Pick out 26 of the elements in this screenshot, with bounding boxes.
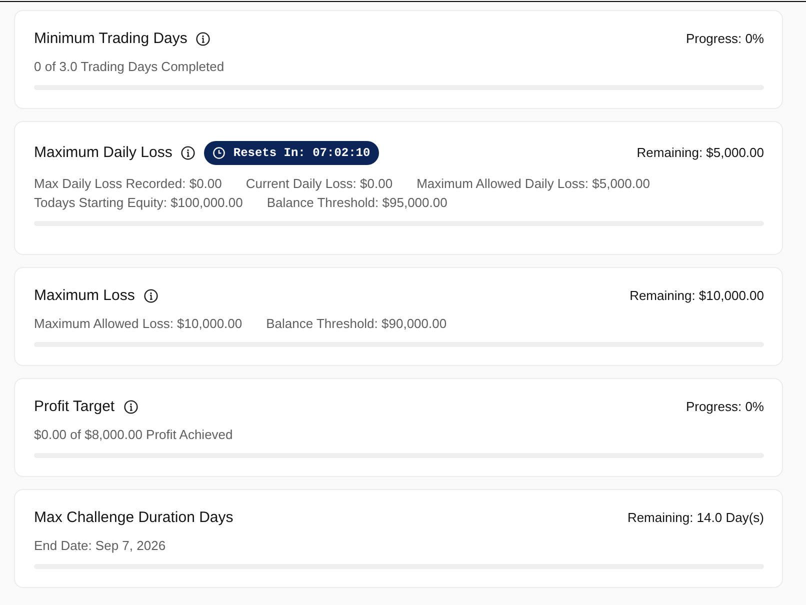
info-icon[interactable] <box>124 400 138 414</box>
detail-text: Maximum Allowed Daily Loss: $5,000.00 <box>416 175 650 193</box>
card-title: Maximum Loss <box>34 287 135 305</box>
card-title: Max Challenge Duration Days <box>34 509 234 527</box>
status-text: Remaining: 14.0 Day(s) <box>627 509 764 527</box>
detail-text: Balance Threshold: $95,000.00 <box>266 194 448 212</box>
info-icon[interactable] <box>144 289 158 303</box>
detail-text: Todays Starting Equity: $100,000.00 <box>34 194 243 212</box>
reset-timer-text: Resets In: 07:02:10 <box>233 145 370 162</box>
detail-text: Maximum Allowed Loss: $10,000.00 <box>34 315 242 333</box>
status-text: Remaining: $10,000.00 <box>630 287 764 305</box>
card-title: Profit Target <box>34 398 115 416</box>
clock-icon <box>213 147 226 159</box>
status-text: Progress: 0% <box>686 30 764 48</box>
detail-text: End Date: Sep 7, 2026 <box>34 537 166 555</box>
detail-text: 0 of 3.0 Trading Days Completed <box>34 58 224 76</box>
card-title: Minimum Trading Days <box>34 30 188 48</box>
info-icon[interactable] <box>196 32 210 46</box>
status-text: Remaining: $5,000.00 <box>636 144 764 162</box>
detail-text: Balance Threshold: $90,000.00 <box>266 315 447 333</box>
detail-text: Max Daily Loss Recorded: $0.00 <box>34 175 222 193</box>
card-title: Maximum Daily Loss <box>34 144 172 162</box>
info-icon[interactable] <box>181 146 196 160</box>
detail-text: $0.00 of $8,000.00 Profit Achieved <box>34 426 233 444</box>
status-text: Progress: 0% <box>686 398 764 416</box>
detail-text: Current Daily Loss: $0.00 <box>246 175 393 193</box>
